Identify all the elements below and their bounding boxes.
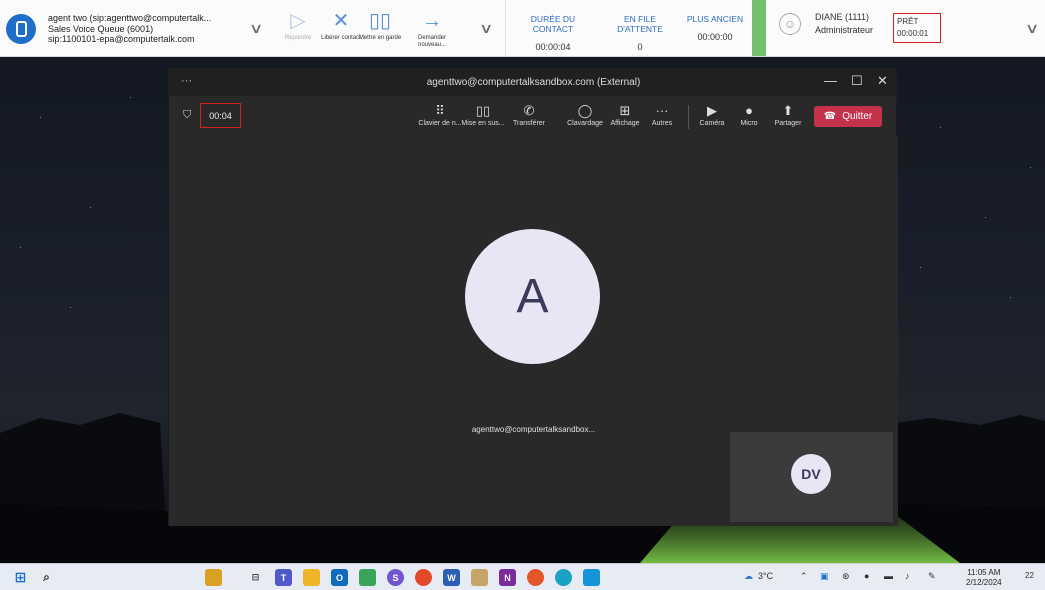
hang-up-icon: ☎ [823, 111, 837, 122]
view-button[interactable]: ⊞ Affichage [606, 103, 644, 127]
user-icon: ☺ [779, 13, 801, 35]
call-timer: 00:04 [200, 103, 241, 128]
chevron-up-icon[interactable]: ⌃ [800, 571, 808, 582]
chrome-icon[interactable] [415, 569, 432, 586]
keypad-icon: ⠿ [435, 103, 445, 118]
share-icon: ⬆ [782, 103, 794, 118]
chat-icon: ◯ [577, 103, 593, 118]
app-tile-icon[interactable] [583, 569, 600, 586]
teams-call-window: ··· agenttwo@computertalksandbox.com (Ex… [168, 68, 898, 526]
battery-icon[interactable]: ▬ [884, 571, 893, 581]
contact-line-1: agent two (sip:agenttwo@computertalk... [48, 13, 212, 24]
clock[interactable]: 11:05 AM 2/12/2024 [966, 568, 1002, 588]
self-view-tile[interactable]: DV [730, 432, 893, 522]
play-icon: ▷ [290, 10, 306, 32]
firefox-icon[interactable] [527, 569, 544, 586]
chat-button[interactable]: ◯ Clavardage [565, 103, 605, 127]
phone-forward-icon: ✆ [523, 103, 535, 118]
hold-call-button[interactable]: ▯▯ Mise en sus... [461, 103, 505, 127]
pause-icon: ▯▯ [368, 10, 391, 32]
teams-icon[interactable]: T [275, 569, 292, 586]
chevron-down-icon[interactable]: ∨ [249, 20, 263, 37]
camera-button[interactable]: ▶ Caméra [696, 103, 728, 127]
agent-status[interactable]: PRÊT 00:00:01 [893, 13, 941, 43]
remote-avatar: A [465, 229, 600, 364]
transfer-button[interactable]: ✆ Transférer [510, 103, 548, 127]
status-indicator-bar [752, 0, 766, 56]
more-icon: ··· [655, 103, 669, 118]
contact-line-2: Sales Voice Queue (6001) [48, 23, 154, 34]
search-icon[interactable]: ⌕ [38, 569, 55, 586]
request-new-button[interactable]: → Demander nouveau... [409, 9, 455, 49]
arrow-right-icon: → [422, 10, 442, 32]
user-role: Administrateur [815, 25, 874, 35]
onenote-icon[interactable]: N [499, 569, 516, 586]
temperature: 3°C [758, 571, 774, 581]
pause-icon: ▯▯ [475, 103, 491, 118]
chevron-down-icon[interactable]: ∨ [1025, 20, 1039, 37]
phone-icon [6, 14, 36, 44]
microphone-icon[interactable]: ● [864, 571, 869, 581]
paint-icon[interactable] [471, 569, 488, 586]
notification-icon[interactable]: 22 [1025, 571, 1034, 580]
microphone-icon: ● [745, 103, 753, 118]
window-titlebar: ··· agenttwo@computertalksandbox.com (Ex… [169, 69, 896, 96]
network-icon[interactable]: ⊛ [842, 571, 850, 582]
volume-icon[interactable]: ♪ [905, 571, 910, 581]
maximize-icon[interactable]: ☐ [851, 73, 863, 89]
briefcase-icon[interactable] [205, 569, 222, 586]
windows-taskbar: ⊞ ⌕ ⊟ T O S W N ☁ 3°C ⌃ ▣ ⊛ ● ▬ ♪ ✎ 11:0… [0, 563, 1045, 590]
user-name: DIANE (1111) [815, 12, 870, 22]
call-stage: A agenttwo@computertalksandbox... DV [169, 136, 898, 526]
queue-stat: EN FILE D'ATTENTE 0 [617, 14, 663, 52]
skype-icon[interactable]: S [387, 569, 404, 586]
pen-icon[interactable]: ✎ [928, 571, 936, 582]
share-button[interactable]: ⬆ Partager [770, 103, 806, 127]
chevron-down-icon[interactable]: ∨ [479, 20, 493, 37]
edge-icon[interactable] [555, 569, 572, 586]
contact-duration-stat: DURÉE DU CONTACT 00:00:04 [530, 14, 576, 52]
agent-toolbar: agent two (sip:agenttwo@computertalk... … [0, 0, 1045, 57]
task-view-icon[interactable]: ⊟ [247, 569, 264, 586]
word-icon[interactable]: W [443, 569, 460, 586]
outlook-icon[interactable]: O [331, 569, 348, 586]
app-icon[interactable] [359, 569, 376, 586]
hold-button[interactable]: ▯▯ Mettre en garde [357, 9, 403, 42]
mic-button[interactable]: ● Micro [735, 103, 763, 127]
self-avatar: DV [791, 454, 831, 494]
window-title: agenttwo@computertalksandbox.com (Extern… [426, 77, 641, 88]
grid-icon: ⊞ [619, 103, 631, 118]
oldest-stat: PLUS ANCIEN 00:00:00 [686, 14, 744, 42]
shield-icon: ⛉ [183, 109, 192, 121]
camera-off-icon: ▶ [707, 103, 717, 118]
tray-app-icon[interactable]: ▣ [820, 571, 829, 582]
quit-call-button[interactable]: ☎ Quitter [814, 106, 882, 127]
contact-info[interactable]: agent two (sip:agenttwo@computertalk... … [6, 7, 270, 51]
weather-icon[interactable]: ☁ [744, 571, 753, 582]
call-controls-bar: ⛉ 00:04 ⠿ Clavier de n... ▯▯ Mise en sus… [169, 96, 896, 136]
close-icon[interactable]: ✕ [877, 73, 888, 89]
keypad-button[interactable]: ⠿ Clavier de n... [418, 103, 462, 127]
file-explorer-icon[interactable] [303, 569, 320, 586]
contact-line-3: sip:1100101-epa@computertalk.com [48, 34, 195, 45]
windows-start-icon[interactable]: ⊞ [12, 569, 29, 586]
more-button[interactable]: ··· Autres [647, 103, 677, 127]
agent-user[interactable]: ☺ DIANE (1111) Administrateur [779, 11, 873, 37]
answer-button[interactable]: ▷ Répondre [275, 9, 321, 42]
minimize-icon[interactable]: — [824, 73, 837, 88]
